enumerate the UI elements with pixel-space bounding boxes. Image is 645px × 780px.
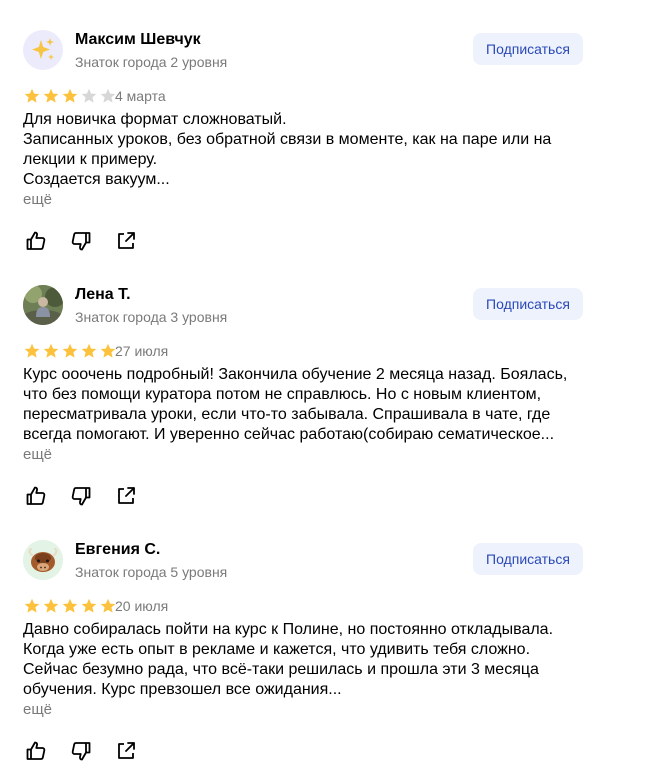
- thumbs-up-icon[interactable]: [24, 739, 48, 763]
- review-text-line: Создается вакуум...: [23, 171, 170, 188]
- star-filled-icon: [24, 343, 40, 359]
- star-empty-icon: [100, 88, 116, 104]
- star-rating: [24, 343, 116, 359]
- more-link[interactable]: ещё: [23, 190, 52, 210]
- review-actions: [24, 229, 159, 253]
- review-text-line: всегда помогают. И уверенно сейчас работ…: [23, 426, 555, 443]
- review-text-line: Курс ооочень подробный! Закончила обучен…: [23, 366, 568, 383]
- review-date: 20 июля: [115, 598, 169, 614]
- review-actions: [24, 739, 159, 763]
- star-filled-icon: [100, 598, 116, 614]
- author-level: Знаток города 5 уровня: [75, 564, 228, 580]
- author-name[interactable]: Лена Т.: [75, 285, 131, 305]
- thumbs-up-icon[interactable]: [24, 229, 48, 253]
- star-filled-icon: [81, 598, 97, 614]
- star-filled-icon: [43, 343, 59, 359]
- star-filled-icon: [62, 88, 78, 104]
- star-filled-icon: [100, 343, 116, 359]
- review-date: 4 марта: [115, 88, 166, 104]
- star-filled-icon: [81, 343, 97, 359]
- thumbs-down-icon[interactable]: [69, 739, 93, 763]
- more-link[interactable]: ещё: [23, 700, 52, 720]
- review-date: 27 июля: [115, 343, 169, 359]
- star-filled-icon: [24, 88, 40, 104]
- star-filled-icon: [43, 598, 59, 614]
- star-filled-icon: [24, 598, 40, 614]
- review-text-line: Записанных уроков, без обратной связи в …: [23, 131, 552, 148]
- share-icon[interactable]: [114, 484, 138, 508]
- review-text-line: Сейчас безумно рада, что всё-таки решила…: [23, 661, 539, 678]
- review-card: Евгения С. Знаток города 5 уровня Подпис…: [0, 525, 645, 780]
- star-rating: [24, 598, 116, 614]
- review-text-line: что без помощи куратора потом не справлю…: [23, 386, 542, 403]
- review-text-line: Для новичка формат сложноватый.: [23, 111, 287, 128]
- thumbs-down-icon[interactable]: [69, 484, 93, 508]
- review-text-line: обучения. Курс превзошел все ожидания...: [23, 681, 342, 698]
- review-text-line: Когда уже есть опыт в рекламе и кажется,…: [23, 641, 531, 658]
- star-filled-icon: [62, 598, 78, 614]
- avatar[interactable]: [23, 285, 63, 325]
- star-filled-icon: [43, 88, 59, 104]
- yak-icon: [23, 540, 63, 580]
- thumbs-up-icon[interactable]: [24, 484, 48, 508]
- review-text: Давно собиралась пойти на курс к Полине,…: [23, 620, 583, 700]
- thumbs-down-icon[interactable]: [69, 229, 93, 253]
- author-name[interactable]: Евгения С.: [75, 540, 160, 560]
- review-text-line: Давно собиралась пойти на курс к Полине,…: [23, 621, 554, 638]
- subscribe-button[interactable]: Подписаться: [473, 288, 583, 320]
- review-text-line: пересматривала уроки, если что-то забыва…: [23, 406, 551, 423]
- subscribe-button[interactable]: Подписаться: [473, 33, 583, 65]
- more-link[interactable]: ещё: [23, 445, 52, 465]
- review-text-line: лекции к примеру.: [23, 151, 158, 168]
- star-rating: [24, 88, 116, 104]
- user-photo-avatar: [23, 285, 63, 325]
- subscribe-button[interactable]: Подписаться: [473, 543, 583, 575]
- star-empty-icon: [81, 88, 97, 104]
- review-text: Курс ооочень подробный! Закончила обучен…: [23, 365, 583, 445]
- review-card: Максим Шевчук Знаток города 2 уровня Под…: [0, 15, 645, 270]
- avatar[interactable]: [23, 30, 63, 70]
- author-name[interactable]: Максим Шевчук: [75, 30, 201, 50]
- review-actions: [24, 484, 159, 508]
- share-icon[interactable]: [114, 229, 138, 253]
- author-level: Знаток города 3 уровня: [75, 309, 228, 325]
- author-level: Знаток города 2 уровня: [75, 54, 228, 70]
- review-text: Для новичка формат сложноватый. Записанн…: [23, 110, 583, 190]
- avatar[interactable]: [23, 540, 63, 580]
- share-icon[interactable]: [114, 739, 138, 763]
- sparkles-icon: [32, 38, 54, 60]
- star-filled-icon: [62, 343, 78, 359]
- review-card: Лена Т. Знаток города 3 уровня Подписать…: [0, 270, 645, 525]
